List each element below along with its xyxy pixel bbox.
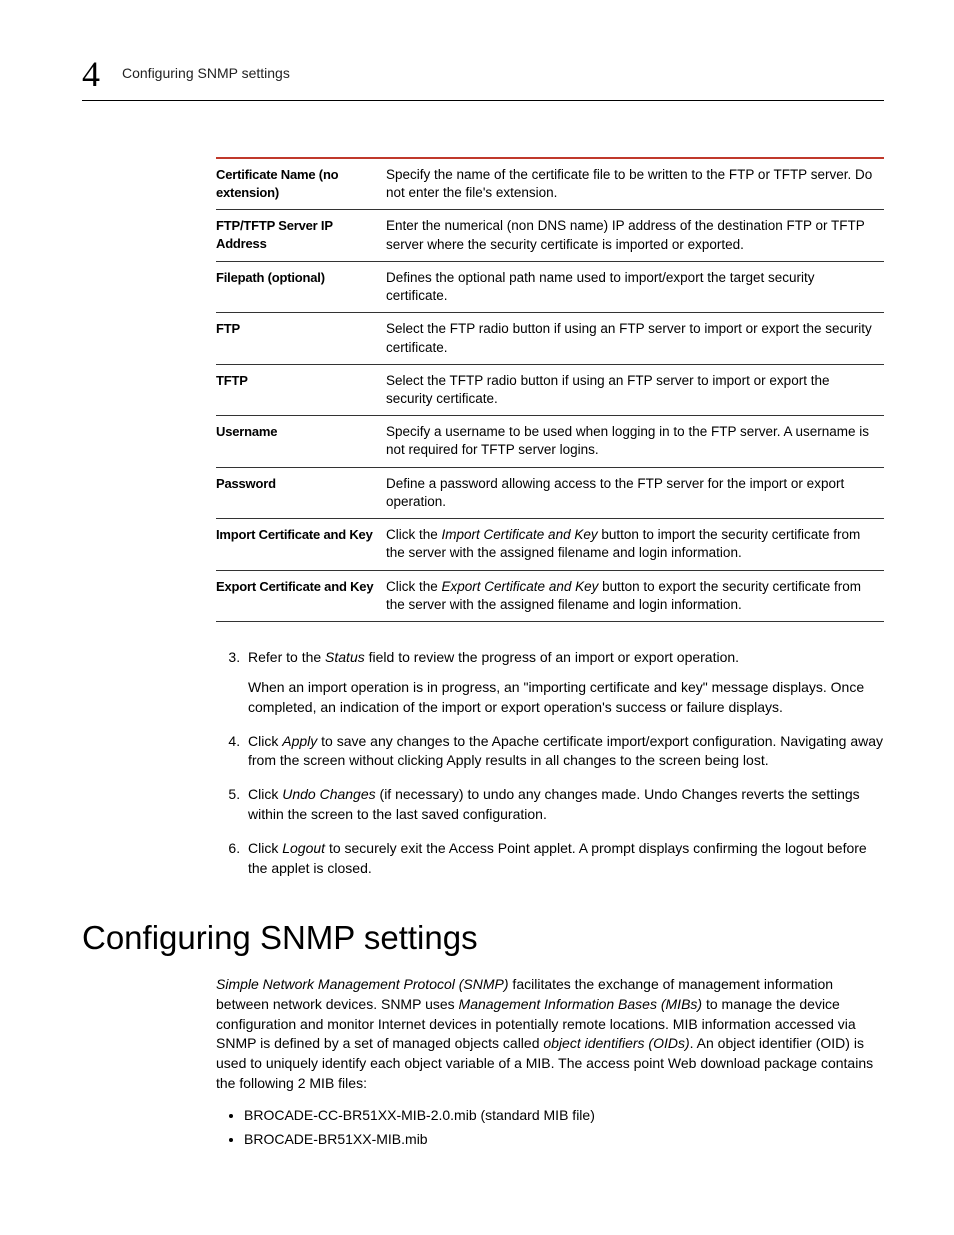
definition-table: Certificate Name (no extension) Specify … <box>216 157 884 622</box>
field-desc: Define a password allowing access to the… <box>386 467 884 518</box>
section-body: Simple Network Management Protocol (SNMP… <box>216 975 884 1150</box>
field-desc: Select the FTP radio button if using an … <box>386 313 884 364</box>
header-rule <box>82 100 884 101</box>
field-name: Filepath (optional) <box>216 261 386 312</box>
field-name: Username <box>216 416 386 467</box>
field-name: Password <box>216 467 386 518</box>
field-desc: Specify a username to be used when loggi… <box>386 416 884 467</box>
table-row: Filepath (optional) Defines the optional… <box>216 261 884 312</box>
field-name: Import Certificate and Key <box>216 519 386 570</box>
field-name: Export Certificate and Key <box>216 570 386 621</box>
field-desc: Click the Import Certificate and Key but… <box>386 519 884 570</box>
field-name: FTP/TFTP Server IP Address <box>216 210 386 261</box>
table-row: Username Specify a username to be used w… <box>216 416 884 467</box>
field-name: FTP <box>216 313 386 364</box>
section-heading: Configuring SNMP settings <box>82 919 884 957</box>
bullet-list: BROCADE-CC-BR51XX-MIB-2.0.mib (standard … <box>216 1106 884 1150</box>
table-row: FTP Select the FTP radio button if using… <box>216 313 884 364</box>
page-header: 4 Configuring SNMP settings <box>82 56 884 92</box>
list-item: BROCADE-BR51XX-MIB.mib <box>244 1130 884 1150</box>
list-item: BROCADE-CC-BR51XX-MIB-2.0.mib (standard … <box>244 1106 884 1126</box>
table-row: Certificate Name (no extension) Specify … <box>216 158 884 210</box>
field-desc: Click the Export Certificate and Key but… <box>386 570 884 621</box>
field-desc: Defines the optional path name used to i… <box>386 261 884 312</box>
field-desc: Select the TFTP radio button if using an… <box>386 364 884 415</box>
table-row: Import Certificate and Key Click the Imp… <box>216 519 884 570</box>
page: 4 Configuring SNMP settings Certificate … <box>0 0 954 1214</box>
list-item: Refer to the Status field to review the … <box>244 648 884 718</box>
table-row: TFTP Select the TFTP radio button if usi… <box>216 364 884 415</box>
table-row: Password Define a password allowing acce… <box>216 467 884 518</box>
table-row: Export Certificate and Key Click the Exp… <box>216 570 884 621</box>
list-item: Click Apply to save any changes to the A… <box>244 732 884 772</box>
field-name: Certificate Name (no extension) <box>216 158 386 210</box>
running-title: Configuring SNMP settings <box>122 65 290 81</box>
field-name: TFTP <box>216 364 386 415</box>
list-item: Click Logout to securely exit the Access… <box>244 839 884 879</box>
field-desc: Specify the name of the certificate file… <box>386 158 884 210</box>
table-row: FTP/TFTP Server IP Address Enter the num… <box>216 210 884 261</box>
step-note: When an import operation is in progress,… <box>248 678 884 718</box>
list-item: Click Undo Changes (if necessary) to und… <box>244 785 884 825</box>
step-list: Refer to the Status field to review the … <box>216 648 884 879</box>
chapter-number: 4 <box>82 56 100 92</box>
field-desc: Enter the numerical (non DNS name) IP ad… <box>386 210 884 261</box>
paragraph: Simple Network Management Protocol (SNMP… <box>216 975 884 1094</box>
